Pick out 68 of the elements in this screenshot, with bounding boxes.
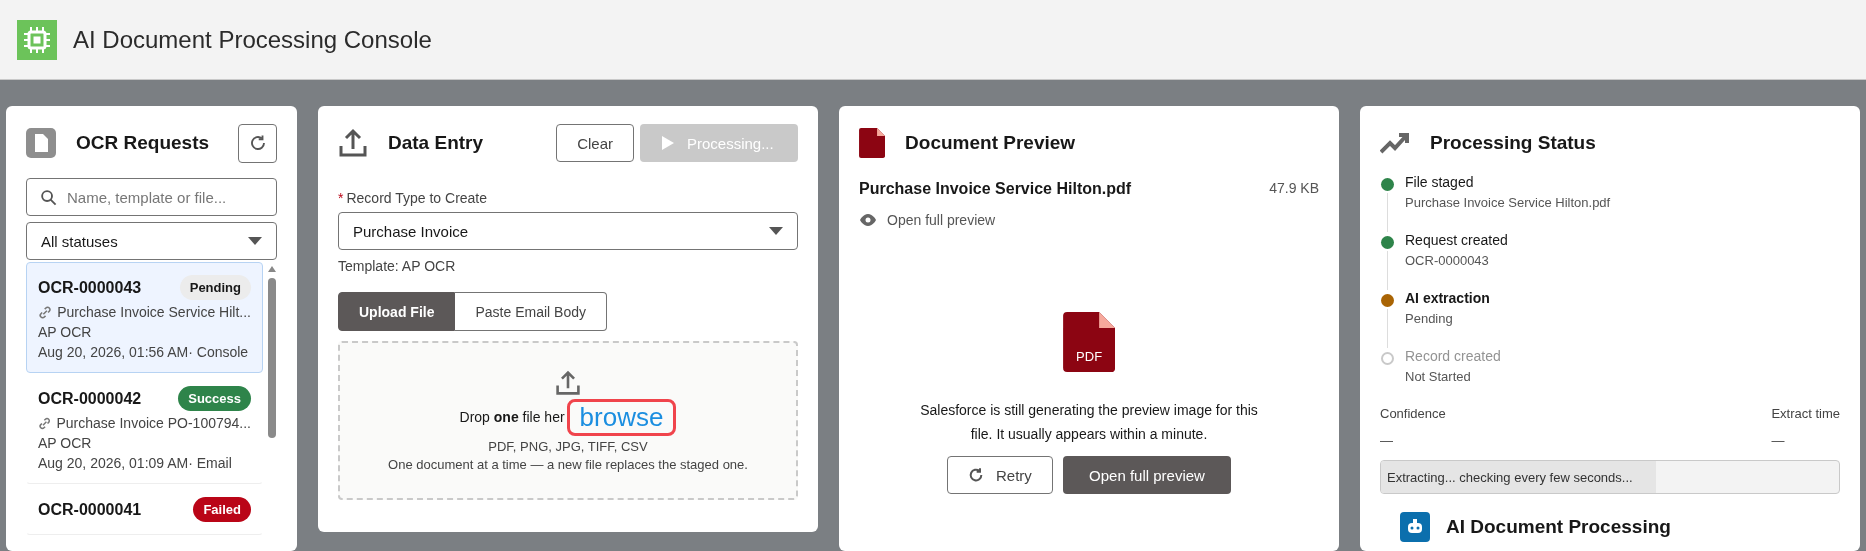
- request-id: OCR-0000043: [38, 278, 142, 297]
- template-text: Template: AP OCR: [338, 258, 457, 274]
- caret-icon: [248, 237, 262, 245]
- robot-icon: [1400, 512, 1430, 542]
- progress-text: Extracting... checking every few seconds...: [1387, 469, 1633, 485]
- app-title: AI Document Processing Console: [73, 25, 432, 54]
- step-label: AI extraction: [1405, 290, 1491, 306]
- panel-title: Processing Status: [1430, 132, 1597, 154]
- metric-value: —: [1771, 433, 1785, 448]
- search-field[interactable]: Name, template or file...: [26, 178, 277, 216]
- open-preview-button[interactable]: Open full preview: [1063, 456, 1231, 494]
- record-type-dropdown[interactable]: Purchase Invoice: [338, 212, 798, 250]
- refresh-icon: [968, 467, 984, 483]
- step-detail: Purchase Invoice Service Hilton.pdf: [1405, 195, 1612, 210]
- panel-title: Data Entry: [388, 132, 485, 154]
- field-label: * Record Type to Create: [338, 190, 489, 206]
- request-meta: Aug 20, 2026, 01:09 AM· Email: [38, 455, 233, 471]
- request-id: OCR-0000042: [38, 389, 142, 408]
- section-title: AI Document Processing: [1446, 516, 1671, 538]
- step-label: Record created: [1405, 348, 1502, 364]
- upload-note: One document at a time — a new file replaces the staged one.: [388, 456, 748, 472]
- file-name: Purchase Invoice Service Hilton.pdf: [859, 180, 1132, 198]
- tab[interactable]: Paste Email Body: [455, 292, 607, 331]
- paperclip-icon: [38, 304, 53, 320]
- template-name: AP OCR: [38, 324, 93, 340]
- step-detail: OCR-0000043: [1405, 253, 1490, 268]
- status-badge: Success: [178, 386, 251, 411]
- status-badge: Failed: [193, 497, 251, 522]
- request-id: OCR-0000041: [38, 500, 142, 519]
- metric-value: —: [1380, 433, 1393, 448]
- panel-title: Document Preview: [905, 132, 1077, 154]
- open-preview-link[interactable]: Open full preview: [859, 212, 996, 228]
- tab[interactable]: Upload File: [338, 292, 456, 331]
- panel-title: OCR Requests: [76, 132, 211, 154]
- file-formats: PDF, PNG, JPG, TIFF, CSV: [488, 438, 648, 454]
- pdf-file-icon: [859, 128, 886, 158]
- metric-label: Extract time: [1771, 406, 1840, 421]
- clear-button[interactable]: Clear: [556, 124, 634, 162]
- caret-icon: [769, 227, 783, 235]
- file-name: Purchase Invoice Service Hilt...: [57, 304, 251, 320]
- step-detail: Pending: [1405, 311, 1454, 326]
- step-detail: Not Started: [1405, 369, 1472, 384]
- status-dropdown[interactable]: All statuses: [26, 222, 277, 260]
- upload-icon: [555, 369, 581, 396]
- file-name: Purchase Invoice PO-100794...: [56, 415, 251, 431]
- preview-message: Salesforce is still generating the preview image for this file. It usually appears within a minute.: [919, 401, 1259, 444]
- metric-label: Confidence: [1380, 406, 1446, 421]
- search-icon: [40, 189, 57, 206]
- refresh-icon: [248, 134, 267, 152]
- pdf-file-icon: PDF: [1062, 312, 1116, 372]
- request-meta: Aug 20, 2026, 01:56 AM· Console: [38, 344, 250, 360]
- drop-zone[interactable]: Drop one file her browse PDF, PNG, JPG, TIFF, CSV One document at a time — a new file replaces the staged one.: [338, 341, 798, 500]
- status-badge: Pending: [179, 275, 251, 300]
- template-name: AP OCR: [38, 435, 93, 451]
- upload-icon: [338, 128, 368, 158]
- chip-logo-icon: [17, 19, 57, 60]
- eye-icon: [859, 214, 877, 226]
- retry-button[interactable]: Retry: [947, 456, 1053, 494]
- step-label: Request created: [1405, 232, 1509, 248]
- document-icon: [26, 128, 56, 158]
- play-icon: [661, 136, 675, 150]
- paperclip-icon: [38, 415, 52, 431]
- step-label: File staged: [1405, 174, 1475, 190]
- drop-instruction: Drop one file her: [459, 409, 565, 425]
- refresh-button[interactable]: [238, 123, 277, 163]
- file-size: 47.9 KB: [1269, 180, 1319, 198]
- request-item[interactable]: OCR-0000043 Pending Purchase Invoice Service Hilt... AP OCR Aug 20, 2026, 01:56 AM· Console: [26, 262, 263, 373]
- trend-up-icon: [1380, 132, 1410, 154]
